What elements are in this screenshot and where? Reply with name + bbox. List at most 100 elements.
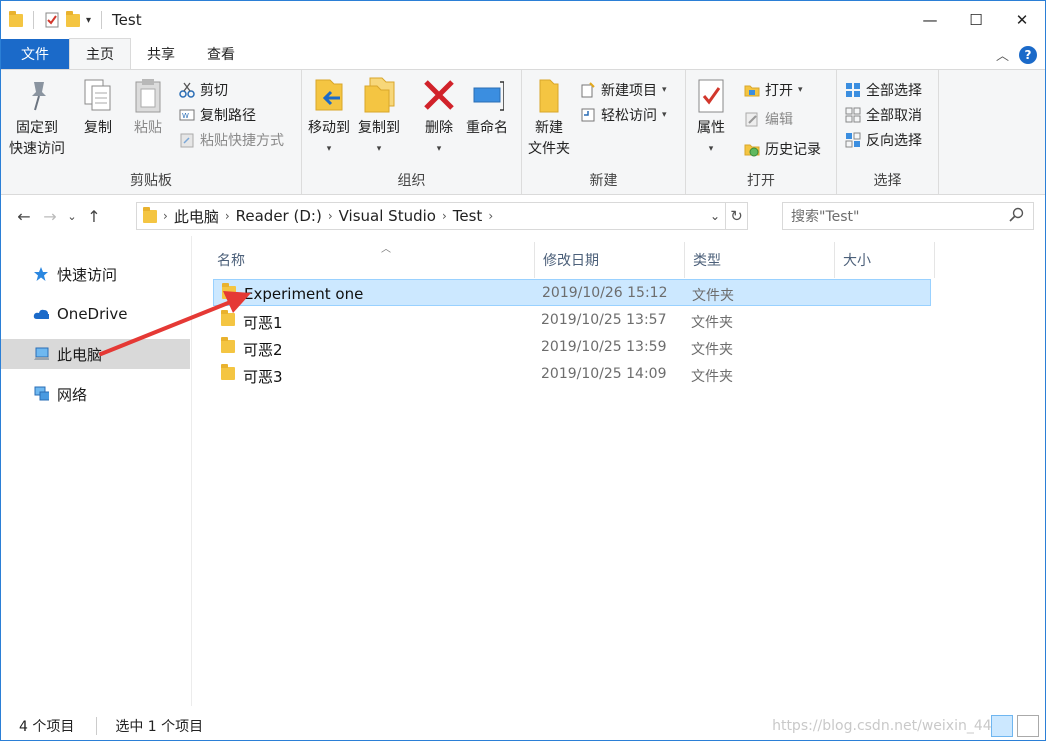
file-date: 2019/10/25 14:09 <box>541 366 667 382</box>
up-arrow-icon[interactable]: ↑ <box>81 207 107 226</box>
invert-selection-button[interactable]: 反向选择 <box>845 128 922 152</box>
nav-item-this-pc[interactable]: 此电脑 <box>1 339 190 369</box>
folder-icon <box>221 364 235 380</box>
ribbon-collapse-chevron-icon[interactable]: ︿ <box>996 45 1009 64</box>
pin-icon <box>32 82 46 111</box>
minimize-button[interactable]: — <box>907 1 953 39</box>
status-bar: 4 个项目 选中 1 个项目 https://blog.csdn.net/wei… <box>1 711 1045 741</box>
help-icon[interactable]: ? <box>1019 45 1037 64</box>
forward-arrow-icon[interactable]: → <box>37 207 63 226</box>
toolbar-divider <box>33 11 34 29</box>
back-arrow-icon[interactable]: ← <box>11 207 37 226</box>
pin-label-line2: 快速访问 <box>9 141 65 157</box>
open-button[interactable]: 打开 ▾ <box>744 78 803 102</box>
file-date: 2019/10/25 13:57 <box>541 312 667 328</box>
easy-access-icon <box>581 108 595 122</box>
refresh-icon[interactable]: ↻ <box>725 203 747 229</box>
breadcrumb-reader-d[interactable]: Reader (D:) <box>236 207 322 225</box>
paste-shortcut-icon <box>180 133 194 148</box>
nav-item-network[interactable]: 网络 <box>1 379 190 409</box>
breadcrumb-visual-studio[interactable]: Visual Studio <box>339 207 436 225</box>
move-to-dropdown-icon: ▾ <box>326 144 332 154</box>
file-row[interactable]: 可恶3 2019/10/25 14:09 文件夹 <box>213 361 931 388</box>
address-bar[interactable]: › 此电脑 › Reader (D:) › Visual Studio › Te… <box>136 202 748 230</box>
properties-button[interactable]: 属性 ▾ <box>694 76 728 160</box>
search-placeholder: 搜索"Test" <box>791 209 860 225</box>
column-header-type[interactable]: 类型 <box>685 242 835 278</box>
maximize-button[interactable]: ☐ <box>953 1 999 39</box>
easy-access-label: 轻松访问 <box>601 108 657 124</box>
address-dropdown-icon[interactable]: ⌄ <box>705 209 725 223</box>
chevron-right-icon[interactable]: › <box>328 209 333 223</box>
scissors-icon <box>179 82 195 98</box>
nav-item-label: 快速访问 <box>57 265 118 284</box>
chevron-right-icon[interactable]: › <box>488 209 493 223</box>
nav-item-quick-access[interactable]: 快速访问 <box>1 259 190 289</box>
star-icon <box>34 267 48 281</box>
easy-access-button[interactable]: 轻松访问 ▾ <box>580 103 667 127</box>
column-header-size[interactable]: 大小 <box>835 242 935 278</box>
move-to-icon <box>315 79 343 111</box>
pin-quick-access-button[interactable]: 固定到 快速访问 <box>9 76 65 160</box>
clipboard-group: 固定到 快速访问 复制 粘贴 剪切 W 复制路径 粘贴快捷方式 剪贴板 <box>1 70 302 194</box>
chevron-right-icon[interactable]: › <box>163 209 168 223</box>
details-view-icon[interactable] <box>991 715 1013 737</box>
new-folder-button[interactable]: 新建 文件夹 <box>528 76 570 160</box>
copy-label: 复制 <box>84 120 112 136</box>
paste-button[interactable]: 粘贴 <box>131 76 165 139</box>
copy-icon <box>84 79 111 111</box>
file-type: 文件夹 <box>691 315 733 331</box>
rename-button[interactable]: 重命名 <box>466 76 508 139</box>
tab-share[interactable]: 共享 <box>131 39 191 69</box>
watermark-text: https://blog.csdn.net/weixin_44... <box>772 718 1005 734</box>
select-all-button[interactable]: 全部选择 <box>845 78 922 102</box>
select-none-button[interactable]: 全部取消 <box>845 103 922 127</box>
chevron-right-icon[interactable]: › <box>442 209 447 223</box>
easy-access-dropdown-icon: ▾ <box>662 110 667 120</box>
folder-icon <box>221 310 235 326</box>
chevron-right-icon[interactable]: › <box>225 209 230 223</box>
clipboard-group-label: 剪贴板 <box>130 173 172 189</box>
search-icon[interactable] <box>1009 207 1025 223</box>
tab-view[interactable]: 查看 <box>191 39 251 69</box>
open-dropdown-icon: ▾ <box>798 85 803 95</box>
nav-item-label: OneDrive <box>57 305 128 323</box>
properties-check-icon[interactable] <box>44 12 60 28</box>
svg-text:W: W <box>182 112 189 120</box>
file-name: 可恶3 <box>243 368 283 386</box>
navigation-pane: 快速访问 OneDrive 此电脑 网络 <box>1 236 192 706</box>
file-row[interactable]: 可恶2 2019/10/25 13:59 文件夹 <box>213 334 931 361</box>
new-folder-quick-icon[interactable] <box>66 10 80 27</box>
tab-file[interactable]: 文件 <box>1 39 69 69</box>
file-row[interactable]: Experiment one 2019/10/26 15:12 文件夹 <box>213 279 931 306</box>
new-item-button[interactable]: 新建项目 ▾ <box>580 78 667 102</box>
close-button[interactable]: ✕ <box>999 1 1045 39</box>
nav-item-onedrive[interactable]: OneDrive <box>1 299 190 329</box>
copy-button[interactable]: 复制 <box>81 76 115 139</box>
tab-home[interactable]: 主页 <box>69 38 131 69</box>
column-header-date[interactable]: 修改日期 <box>535 242 685 278</box>
copy-path-button[interactable]: W 复制路径 <box>179 103 256 127</box>
copy-to-button[interactable]: 复制到 ▾ <box>358 76 400 160</box>
file-row[interactable]: 可恶1 2019/10/25 13:57 文件夹 <box>213 307 931 334</box>
open-folder-icon <box>744 85 760 97</box>
history-button[interactable]: 历史记录 <box>744 137 821 161</box>
customize-toolbar-chevron-icon[interactable]: ▾ <box>86 15 91 26</box>
search-box[interactable]: 搜索"Test" <box>782 202 1034 230</box>
recent-locations-chevron-icon[interactable]: ⌄ <box>63 210 81 223</box>
delete-button[interactable]: 删除 ▾ <box>422 76 456 160</box>
edit-button[interactable]: 编辑 <box>744 107 793 131</box>
large-icons-view-icon[interactable] <box>1017 715 1039 737</box>
nav-item-label: 网络 <box>57 385 88 404</box>
item-count: 4 个项目 <box>19 719 75 735</box>
cut-button[interactable]: 剪切 <box>179 78 228 102</box>
move-to-button[interactable]: 移动到 ▾ <box>308 76 350 160</box>
paste-shortcut-button[interactable]: 粘贴快捷方式 <box>179 128 284 152</box>
toolbar-divider <box>101 11 103 29</box>
column-header-name[interactable]: ︿ 名称 <box>209 242 535 278</box>
new-folder-icon <box>539 79 559 113</box>
window-title: Test <box>112 11 142 29</box>
breadcrumb-test[interactable]: Test <box>453 207 483 225</box>
address-bar-controls: ⌄ ↻ <box>705 203 747 229</box>
breadcrumb-this-pc[interactable]: 此电脑 <box>174 206 219 227</box>
